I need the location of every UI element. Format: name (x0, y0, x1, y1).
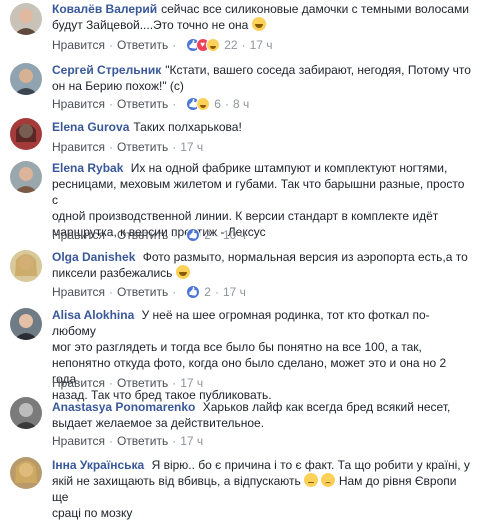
reply-link[interactable]: Ответить (117, 284, 168, 300)
comment-author[interactable]: Інна Українська (52, 458, 144, 472)
like-link[interactable]: Нравится (52, 284, 105, 300)
comment-actions: Нравится· Ответить· 6 ·8 ч (52, 96, 249, 112)
comment-text: Elena Gurova Таких полхарькова! (52, 120, 242, 134)
comment-text: Olga Danishek Фото размыто, нормальная в… (52, 250, 468, 280)
reply-link[interactable]: Ответить (117, 37, 168, 53)
reply-link[interactable]: Ответить (117, 433, 168, 449)
avatar[interactable] (10, 457, 42, 489)
haha-reaction-icon (196, 97, 211, 111)
comment-actions: Нравится· Ответить· 2 ·10 ч (52, 227, 246, 243)
timestamp[interactable]: 17 ч (180, 433, 203, 449)
like-link[interactable]: Нравится (52, 139, 105, 155)
haha-reaction-icon (206, 38, 221, 52)
comment-author[interactable]: Elena Gurova (52, 120, 129, 134)
reaction-count: 6 (214, 97, 221, 111)
reply-link[interactable]: Ответить (117, 227, 168, 243)
comment-author[interactable]: Elena Rybak (52, 161, 123, 175)
reactions[interactable]: 22 (186, 37, 238, 53)
laughing-emoji-icon (251, 17, 266, 31)
comment-actions: Нравится· Ответить· 22 ·17 ч (52, 37, 273, 53)
reaction-count: 22 (224, 38, 238, 52)
like-reaction-icon (186, 228, 201, 242)
timestamp[interactable]: 17 ч (223, 284, 246, 300)
comment-author[interactable]: Сергей Стрельник (52, 63, 161, 77)
comment-author[interactable]: Alisa Alokhina (52, 308, 134, 322)
avatar[interactable] (10, 397, 42, 429)
avatar[interactable] (10, 118, 42, 150)
timestamp[interactable]: 10 ч (223, 227, 246, 243)
comment-actions: Нравится· Ответить· 2 ·17 ч (52, 284, 246, 300)
reply-link[interactable]: Ответить (117, 139, 168, 155)
avatar[interactable] (10, 3, 42, 35)
unamused-emoji-icon (304, 473, 319, 487)
reaction-count: 2 (204, 285, 211, 299)
reactions[interactable]: 2 (186, 284, 211, 300)
comment-actions: Нравится · Ответить · 17 ч (52, 375, 204, 391)
avatar[interactable] (10, 63, 42, 95)
avatar[interactable] (10, 250, 42, 282)
sad-emoji-icon (321, 473, 336, 487)
comment-author[interactable]: Anastasya Ponomarenko (52, 400, 195, 414)
comment-author[interactable]: Olga Danishek (52, 250, 135, 264)
reply-link[interactable]: Ответить (117, 96, 168, 112)
comment-text: Сергей Стрельник "Кстати, вашего соседа з… (52, 63, 471, 93)
like-link[interactable]: Нравится (52, 227, 105, 243)
like-link[interactable]: Нравится (52, 375, 105, 391)
comment-text: Ковалёв Валерий сейчас все силиконовые да… (52, 2, 469, 32)
reactions[interactable]: 6 (186, 96, 221, 112)
like-link[interactable]: Нравится (52, 37, 105, 53)
timestamp[interactable]: 17 ч (250, 37, 273, 53)
like-link[interactable]: Нравится (52, 433, 105, 449)
timestamp[interactable]: 17 ч (180, 375, 203, 391)
timestamp[interactable]: 8 ч (233, 96, 249, 112)
comment-text: Інна Українська Я вірю.. бо є причина і … (52, 458, 470, 520)
timestamp[interactable]: 17 ч (180, 139, 203, 155)
comment-actions: Нравится · Ответить · 17 ч (52, 433, 204, 449)
like-reaction-icon (186, 285, 201, 299)
avatar[interactable] (10, 308, 42, 340)
like-link[interactable]: Нравится (52, 96, 105, 112)
reply-link[interactable]: Ответить (117, 375, 168, 391)
reaction-count: 2 (204, 228, 211, 242)
reactions[interactable]: 2 (186, 227, 211, 243)
laughing-emoji-icon (175, 265, 190, 279)
comment-actions: Нравится · Ответить · 17 ч (52, 139, 204, 155)
comment-text: Anastasya Ponomarenko Харьков лайф как в… (52, 400, 451, 430)
avatar[interactable] (10, 161, 42, 193)
comment-author[interactable]: Ковалёв Валерий (52, 2, 157, 16)
